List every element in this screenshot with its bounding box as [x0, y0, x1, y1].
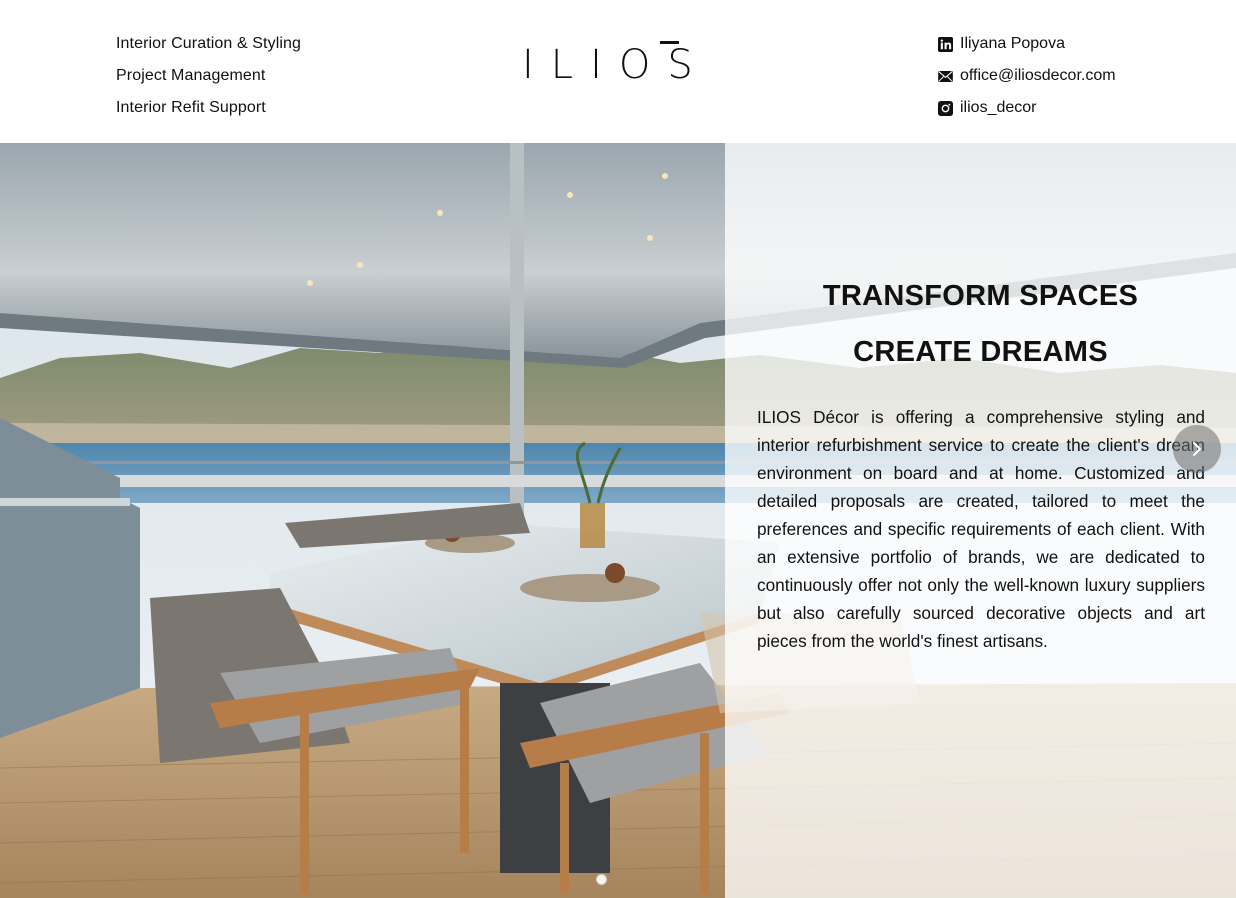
envelope-icon — [937, 68, 953, 84]
service-link-curation[interactable]: Interior Curation & Styling — [116, 28, 301, 60]
logo-macron — [660, 41, 679, 44]
instagram-link[interactable]: ilios_decor — [937, 92, 1116, 124]
hero-description: ILIOS Décor is offering a comprehensive … — [757, 407, 1205, 651]
contact-list: Iliyana Popova office@iliosdecor.com ili… — [937, 28, 1116, 124]
service-link-refit-support[interactable]: Interior Refit Support — [116, 92, 301, 124]
services-nav: Interior Curation & Styling Project Mana… — [116, 28, 301, 124]
email-link[interactable]: office@iliosdecor.com — [937, 60, 1116, 92]
site-logo[interactable]: ILIOS — [522, 38, 716, 92]
instagram-handle: ilios_decor — [960, 99, 1037, 116]
slider-next-button[interactable] — [1173, 425, 1221, 473]
hero-slider: TRANSFORM SPACES CREATE DREAMS ILIOS Déc… — [0, 143, 1236, 898]
linkedin-icon — [937, 36, 953, 52]
hero-title-line-2: CREATE DREAMS — [853, 336, 1108, 368]
service-link-project-management[interactable]: Project Management — [116, 60, 301, 92]
logo-wordmark: ILIOS — [522, 42, 710, 88]
hero-title-line-1: TRANSFORM SPACES — [822, 280, 1139, 312]
email-address: office@iliosdecor.com — [960, 67, 1116, 84]
instagram-icon — [937, 100, 953, 116]
linkedin-name: Iliyana Popova — [960, 35, 1065, 52]
chevron-right-icon — [1193, 442, 1201, 456]
slider-dot-active[interactable] — [596, 874, 607, 885]
linkedin-link[interactable]: Iliyana Popova — [937, 28, 1116, 60]
site-header: Interior Curation & Styling Project Mana… — [0, 0, 1236, 143]
